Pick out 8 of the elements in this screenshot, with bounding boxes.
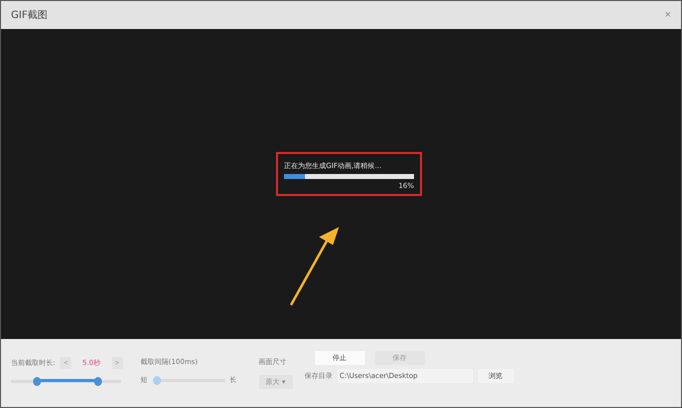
- slider-thumb[interactable]: [33, 377, 42, 386]
- slider-thumb[interactable]: [94, 377, 102, 386]
- slider-thumb[interactable]: [152, 376, 160, 384]
- interval-slider[interactable]: [152, 376, 224, 384]
- window-title: GIF截图: [11, 8, 48, 22]
- duration-slider[interactable]: [11, 377, 121, 386]
- arrow-icon: [289, 225, 341, 307]
- close-button[interactable]: ×: [664, 9, 671, 21]
